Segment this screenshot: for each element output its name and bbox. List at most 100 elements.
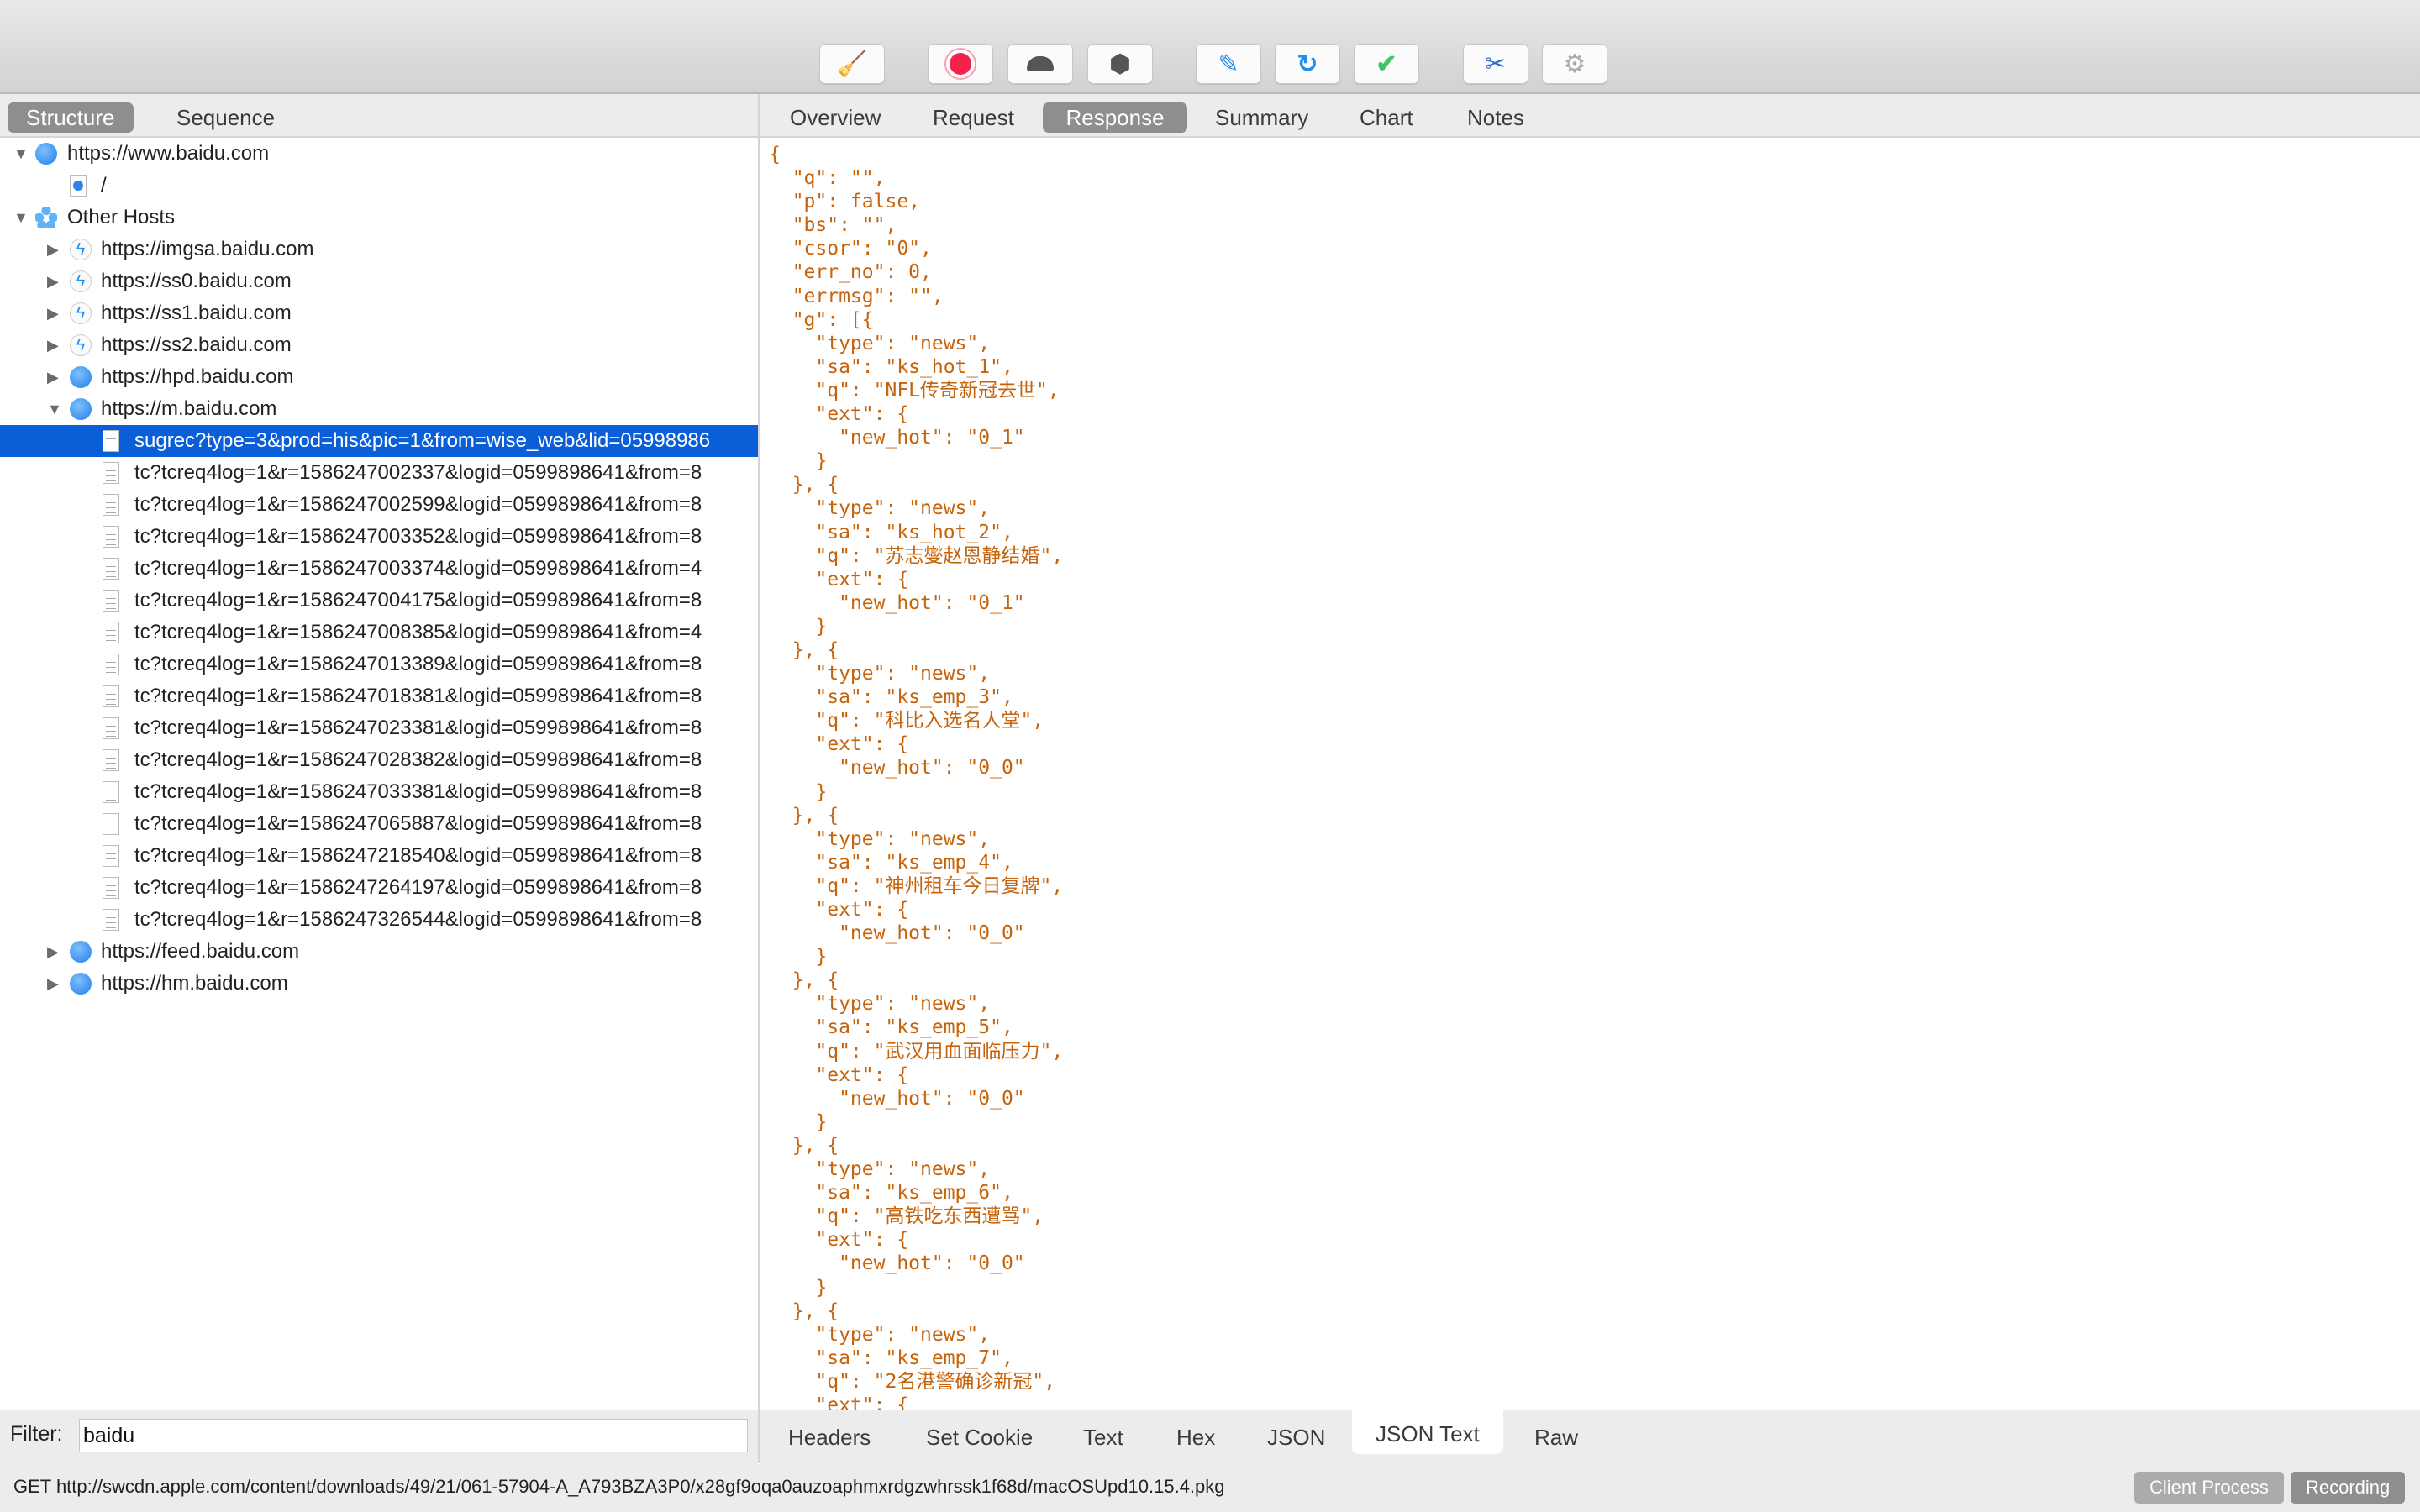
request-row[interactable]: tc?tcreq4log=1&r=1586247008385&logid=059… <box>0 617 758 648</box>
json-line: "q": "NFL传奇新冠去世", <box>769 379 1060 402</box>
clear-button[interactable]: 🧹 <box>819 44 885 84</box>
json-line: "type": "news", <box>769 332 991 354</box>
request-row[interactable]: tc?tcreq4log=1&r=1586247018381&logid=059… <box>0 680 758 712</box>
request-row[interactable]: tc?tcreq4log=1&r=1586247218540&logid=059… <box>0 840 758 872</box>
tab-overview[interactable]: Overview <box>771 102 899 133</box>
panel-divider[interactable] <box>758 94 760 1463</box>
request-row[interactable]: tc?tcreq4log=1&r=1586247003374&logid=059… <box>0 553 758 585</box>
recording-button[interactable]: Recording <box>2291 1472 2406 1504</box>
host-row[interactable]: ▶ ϟ https://ss1.baidu.com <box>0 297 758 329</box>
json-line: "sa": "ks_hot_2", <box>769 521 1013 543</box>
request-row[interactable]: tc?tcreq4log=1&r=1586247023381&logid=059… <box>0 712 758 744</box>
document-icon <box>103 590 119 612</box>
row-label: https://feed.baidu.com <box>101 940 300 963</box>
json-line: "new_hot": "0_0" <box>769 1087 1025 1110</box>
globe-icon <box>35 143 57 165</box>
row-label: tc?tcreq4log=1&r=1586247326544&logid=059… <box>134 908 702 931</box>
request-row[interactable]: / <box>0 170 758 202</box>
tab-json-text[interactable]: JSON Text <box>1352 1410 1503 1454</box>
disclosure-collapsed-icon[interactable]: ▶ <box>47 361 59 393</box>
disclosure-collapsed-icon[interactable]: ▶ <box>47 265 59 297</box>
request-row[interactable]: tc?tcreq4log=1&r=1586247013389&logid=059… <box>0 648 758 680</box>
request-row[interactable]: tc?tcreq4log=1&r=1586247003352&logid=059… <box>0 521 758 553</box>
json-line: }, { <box>769 638 839 661</box>
record-button[interactable] <box>928 44 993 84</box>
tab-sequence[interactable]: Sequence <box>158 102 293 133</box>
host-row[interactable]: ▼ https://m.baidu.com <box>0 393 758 425</box>
disclosure-collapsed-icon[interactable]: ▶ <box>47 968 59 1000</box>
request-row[interactable]: tc?tcreq4log=1&r=1586247004175&logid=059… <box>0 585 758 617</box>
disclosure-collapsed-icon[interactable]: ▶ <box>47 329 59 361</box>
tab-summary[interactable]: Summary <box>1197 102 1327 133</box>
host-row[interactable]: ▶ ϟ https://imgsa.baidu.com <box>0 234 758 265</box>
json-line: "q": "", <box>769 167 886 190</box>
host-row[interactable]: ▼ https://www.baidu.com <box>0 138 758 170</box>
disclosure-expanded-icon[interactable]: ▼ <box>13 202 29 234</box>
json-line: "new_hot": "0_1" <box>769 427 1025 449</box>
disclosure-collapsed-icon[interactable]: ▶ <box>47 297 59 329</box>
tab-chart[interactable]: Chart <box>1341 102 1432 133</box>
breakpoints-button[interactable]: ⬢ <box>1087 44 1153 84</box>
settings-button[interactable]: ⚙ <box>1542 44 1607 84</box>
disclosure-collapsed-icon[interactable]: ▶ <box>47 234 59 265</box>
row-label: https://ss0.baidu.com <box>101 270 292 292</box>
json-line: "sa": "ks_hot_1", <box>769 355 1013 378</box>
tab-response[interactable]: Response <box>1043 102 1187 133</box>
filter-bar: Filter: <box>0 1410 758 1464</box>
validate-button[interactable]: ✔ <box>1354 44 1419 84</box>
request-row[interactable]: tc?tcreq4log=1&r=1586247033381&logid=059… <box>0 776 758 808</box>
globe-icon <box>70 973 92 995</box>
tab-hex[interactable]: Hex <box>1153 1417 1239 1457</box>
json-line: "ext": { <box>769 1229 909 1252</box>
request-row[interactable]: tc?tcreq4log=1&r=1586247065887&logid=059… <box>0 808 758 840</box>
tab-raw[interactable]: Raw <box>1511 1417 1602 1457</box>
document-icon <box>103 558 119 580</box>
json-line: "sa": "ks_emp_3", <box>769 686 1013 709</box>
edit-button[interactable]: ✎ <box>1196 44 1261 84</box>
host-row[interactable]: ▶ https://feed.baidu.com <box>0 936 758 968</box>
disclosure-collapsed-icon[interactable]: ▶ <box>47 936 59 968</box>
tab-text[interactable]: Text <box>1060 1417 1147 1457</box>
tab-notes[interactable]: Notes <box>1449 102 1543 133</box>
tab-json[interactable]: JSON <box>1244 1417 1349 1457</box>
json-line: "q": "神州租车今日复牌", <box>769 874 1064 897</box>
repeat-button[interactable]: ↻ <box>1275 44 1340 84</box>
json-line: "bs": "", <box>769 214 897 237</box>
tab-set-cookie[interactable]: Set Cookie <box>902 1417 1056 1457</box>
disclosure-expanded-icon[interactable]: ▼ <box>47 393 62 425</box>
tab-headers[interactable]: Headers <box>765 1417 894 1457</box>
host-row[interactable]: ▶ ϟ https://ss2.baidu.com <box>0 329 758 361</box>
disclosure-expanded-icon[interactable]: ▼ <box>13 138 29 170</box>
row-label: https://hm.baidu.com <box>101 972 288 995</box>
request-row[interactable]: tc?tcreq4log=1&r=1586247028382&logid=059… <box>0 744 758 776</box>
row-label: tc?tcreq4log=1&r=1586247013389&logid=059… <box>134 653 702 675</box>
request-row[interactable]: tc?tcreq4log=1&r=1586247002599&logid=059… <box>0 489 758 521</box>
host-row[interactable]: ▶ https://hpd.baidu.com <box>0 361 758 393</box>
host-row[interactable]: ▶ ϟ https://ss0.baidu.com <box>0 265 758 297</box>
request-row[interactable]: tc?tcreq4log=1&r=1586247326544&logid=059… <box>0 904 758 936</box>
document-icon <box>103 845 119 867</box>
request-row[interactable]: tc?tcreq4log=1&r=1586247264197&logid=059… <box>0 872 758 904</box>
row-label: tc?tcreq4log=1&r=1586247264197&logid=059… <box>134 876 702 899</box>
client-process-button[interactable]: Client Process <box>2134 1472 2284 1504</box>
tab-request[interactable]: Request <box>914 102 1033 133</box>
row-label: tc?tcreq4log=1&r=1586247002337&logid=059… <box>134 461 702 484</box>
document-icon <box>103 877 119 899</box>
json-line: "csor": "0", <box>769 238 932 260</box>
document-icon <box>103 494 119 516</box>
structure-tree: ▼ https://www.baidu.com / ▼ Other Hosts ▶ ϟ htt… <box>0 138 758 1410</box>
request-row[interactable]: sugrec?type=3&prod=his&pic=1&from=wise_w… <box>0 425 758 457</box>
document-icon <box>103 717 119 739</box>
json-line: "type": "news", <box>769 827 991 850</box>
tab-structure[interactable]: Structure <box>8 102 134 133</box>
document-icon <box>103 430 119 452</box>
host-row[interactable]: ▼ Other Hosts <box>0 202 758 234</box>
tools-button[interactable]: ✂ <box>1463 44 1528 84</box>
row-label: https://hpd.baidu.com <box>101 365 294 388</box>
throttle-button[interactable] <box>1007 44 1073 84</box>
filter-input[interactable] <box>79 1419 748 1452</box>
host-row[interactable]: ▶ https://hm.baidu.com <box>0 968 758 1000</box>
request-row[interactable]: tc?tcreq4log=1&r=1586247002337&logid=059… <box>0 457 758 489</box>
row-label: tc?tcreq4log=1&r=1586247065887&logid=059… <box>134 812 702 835</box>
row-label: Other Hosts <box>67 206 176 228</box>
